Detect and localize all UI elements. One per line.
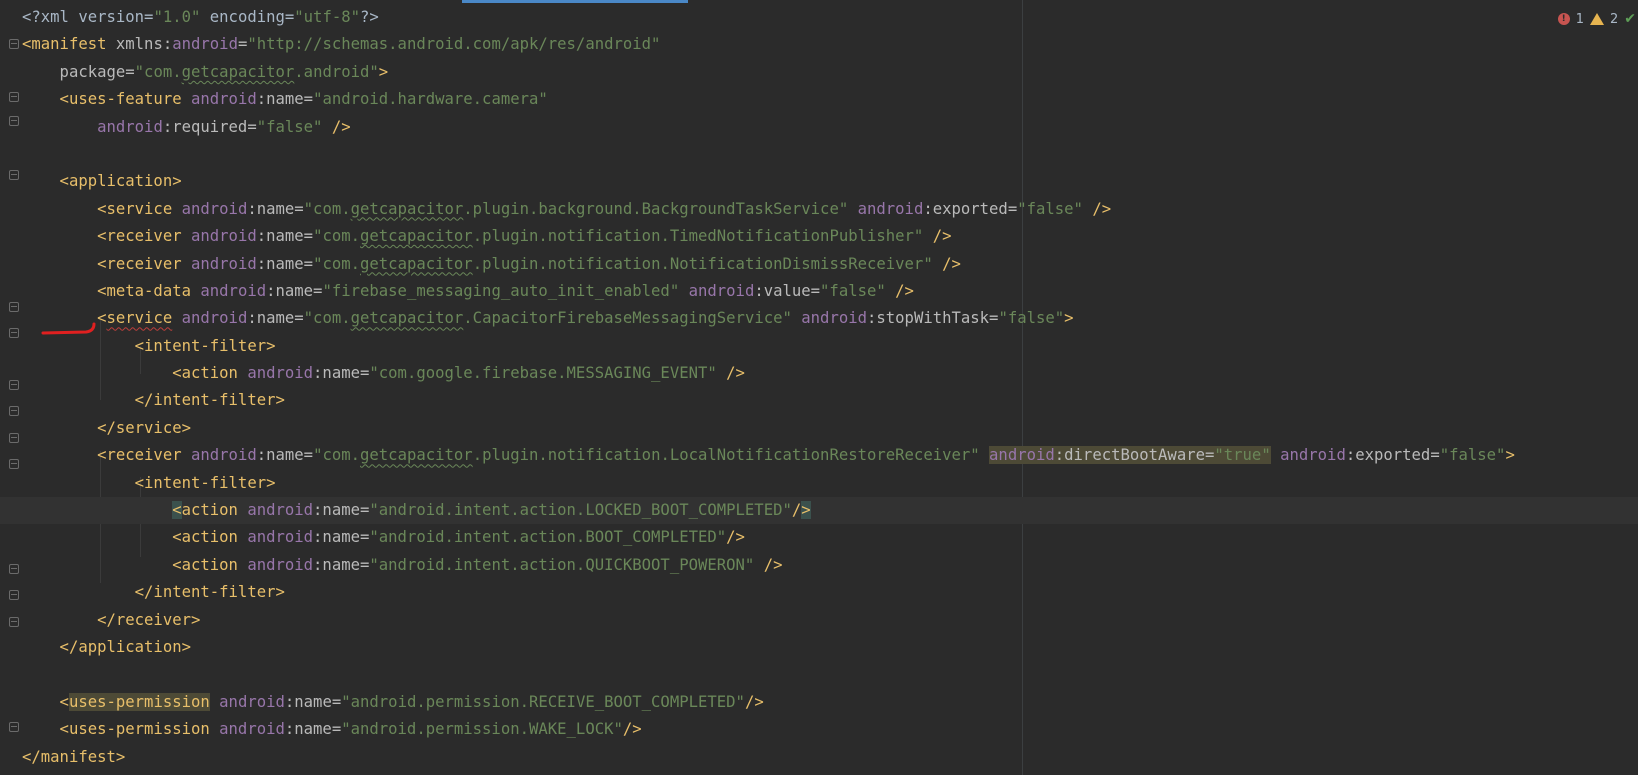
code-line: <service android:name="com.getcapacitor.…: [22, 199, 1112, 218]
editor-tab-indicator: [462, 0, 688, 3]
code-line: <uses-feature android:name="android.hard…: [22, 90, 548, 109]
code-line: </manifest>: [22, 747, 126, 766]
fold-marker-icon[interactable]: [9, 39, 19, 49]
code-line: </intent-filter>: [22, 583, 285, 602]
code-line: </intent-filter>: [22, 391, 285, 410]
code-area[interactable]: <?xml version="1.0" encoding="utf-8"?> <…: [0, 4, 1638, 771]
fold-marker-icon[interactable]: [9, 459, 19, 469]
fold-marker-icon[interactable]: [9, 722, 19, 732]
code-line: <intent-filter>: [22, 473, 276, 492]
fold-marker-icon[interactable]: [9, 92, 19, 102]
fold-marker-icon[interactable]: [9, 302, 19, 312]
code-line-current[interactable]: <action android:name="android.intent.act…: [0, 497, 1638, 525]
fold-marker-icon[interactable]: [9, 116, 19, 126]
code-line: <?xml version="1.0" encoding="utf-8"?>: [22, 8, 379, 26]
code-line: package="com.getcapacitor.android">: [22, 62, 389, 81]
code-line: </receiver>: [22, 610, 201, 629]
code-line: <intent-filter>: [22, 336, 276, 355]
fold-marker-icon[interactable]: [9, 328, 19, 338]
code-line: <receiver android:name="com.getcapacitor…: [22, 446, 1515, 465]
fold-marker-icon[interactable]: [9, 406, 19, 416]
code-line: <service android:name="com.getcapacitor.…: [22, 309, 1074, 328]
fold-marker-icon[interactable]: [9, 590, 19, 600]
fold-marker-icon[interactable]: [9, 170, 19, 180]
code-line: </service>: [22, 418, 191, 437]
code-line: <receiver android:name="com.getcapacitor…: [22, 227, 952, 246]
code-line: <manifest xmlns:android="http://schemas.…: [22, 35, 661, 54]
code-line: <action android:name="android.intent.act…: [22, 555, 783, 574]
code-editor[interactable]: ! 1 2 ✔ <?xml version="1.0" encoding="ut…: [0, 0, 1638, 775]
code-line: <action android:name="android.intent.act…: [22, 528, 745, 547]
code-line: <uses-permission android:name="android.p…: [22, 720, 642, 739]
fold-marker-icon[interactable]: [9, 617, 19, 627]
code-line: <action android:name="com.google.firebas…: [22, 364, 745, 383]
code-line: <uses-permission android:name="android.p…: [22, 692, 764, 711]
code-line: android:required="false" />: [97, 117, 351, 136]
code-line: <receiver android:name="com.getcapacitor…: [22, 254, 961, 273]
fold-marker-icon[interactable]: [9, 564, 19, 574]
code-line: <application>: [22, 172, 182, 191]
code-line: </application>: [22, 637, 191, 656]
fold-marker-icon[interactable]: [9, 380, 19, 390]
code-line: <meta-data android:name="firebase_messag…: [22, 281, 914, 300]
fold-marker-icon[interactable]: [9, 433, 19, 443]
